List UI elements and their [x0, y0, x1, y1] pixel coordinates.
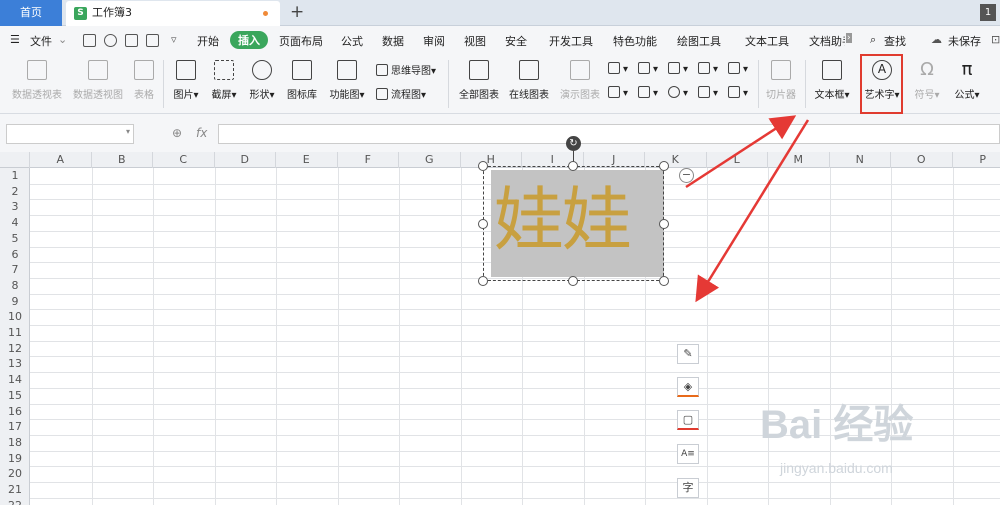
annotation-arrows — [685, 115, 810, 303]
arrow-to-wordart-object — [695, 119, 810, 303]
arrow-to-wordart-button — [685, 115, 797, 189]
